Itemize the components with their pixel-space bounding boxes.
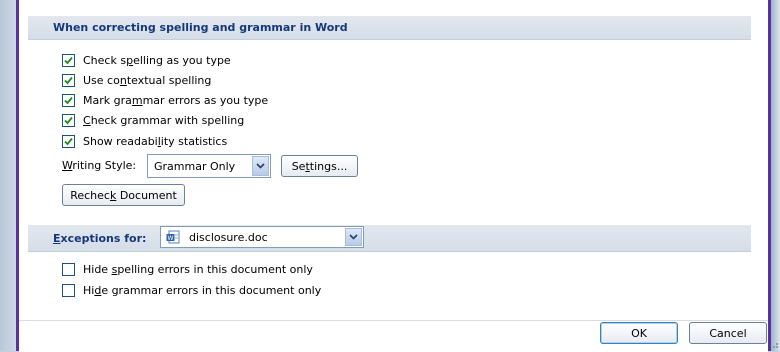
checkbox-box[interactable] [62,134,75,148]
checkbox-label: Check grammar with spelling [83,113,245,127]
ok-button-label: OK [631,326,647,340]
checkbox-label: Hide spelling errors in this document on… [83,262,313,276]
ok-button[interactable]: OK [600,322,678,344]
section-title: When correcting spelling and grammar in … [53,21,348,34]
resize-grip-icon[interactable] [771,341,779,349]
svg-text:W: W [168,235,174,242]
cancel-button-label: Cancel [709,326,747,340]
exceptions-document-value: disclosure.doc [189,230,268,244]
settings-button-label: Settings... [291,159,348,173]
background-left-strip [0,0,16,351]
checkbox-show-readability-statistics[interactable]: Show readability statistics [62,132,227,150]
checkmark-icon [64,116,73,124]
exceptions-label: Exceptions for: [53,232,147,245]
recheck-document-button[interactable]: Recheck Document [62,184,185,206]
checkbox-box[interactable] [62,262,75,276]
word-document-icon: W [166,230,180,244]
checkbox-mark-grammar-errors[interactable]: Mark grammar errors as you type [62,91,268,109]
checkmark-icon [64,56,73,64]
exceptions-document-dropdown[interactable]: W disclosure.doc [160,226,364,248]
checkmark-icon [64,137,73,145]
checkbox-hide-spelling-errors[interactable]: Hide spelling errors in this document on… [62,260,313,278]
section-header-spelling-grammar: When correcting spelling and grammar in … [28,16,751,40]
checkbox-use-contextual-spelling[interactable]: Use contextual spelling [62,71,211,89]
settings-button[interactable]: Settings... [281,155,358,177]
checkbox-label: Mark grammar errors as you type [83,93,269,107]
checkbox-label: Use contextual spelling [83,73,212,87]
checkbox-box[interactable] [62,283,75,297]
writing-style-value: Grammar Only [154,159,236,173]
checkbox-check-spelling-as-you-type[interactable]: Check spelling as you type [62,51,231,69]
checkmark-icon [64,96,73,104]
checkbox-label: Hide grammar errors in this document onl… [83,283,322,297]
checkbox-box[interactable] [62,73,75,87]
chevron-down-icon [256,163,265,169]
chevron-down-icon [349,234,358,240]
dropdown-arrow[interactable] [252,156,269,176]
writing-style-dropdown[interactable]: Grammar Only [147,154,271,178]
checkmark-icon [64,76,73,84]
writing-style-label: Writing Style: [62,159,137,172]
section-header-exceptions: Exceptions for: [28,225,751,252]
checkbox-label: Show readability statistics [83,134,228,148]
cancel-button[interactable]: Cancel [689,322,767,344]
checkbox-hide-grammar-errors[interactable]: Hide grammar errors in this document onl… [62,281,321,299]
recheck-button-label: Recheck Document [70,188,177,202]
checkbox-box[interactable] [62,53,75,67]
checkbox-box[interactable] [62,93,75,107]
checkbox-label: Check spelling as you type [83,53,231,67]
background-right-strip [771,0,780,351]
checkbox-box[interactable] [62,113,75,127]
checkbox-check-grammar-with-spelling[interactable]: Check grammar with spelling [62,111,244,129]
dropdown-arrow[interactable] [345,228,362,246]
